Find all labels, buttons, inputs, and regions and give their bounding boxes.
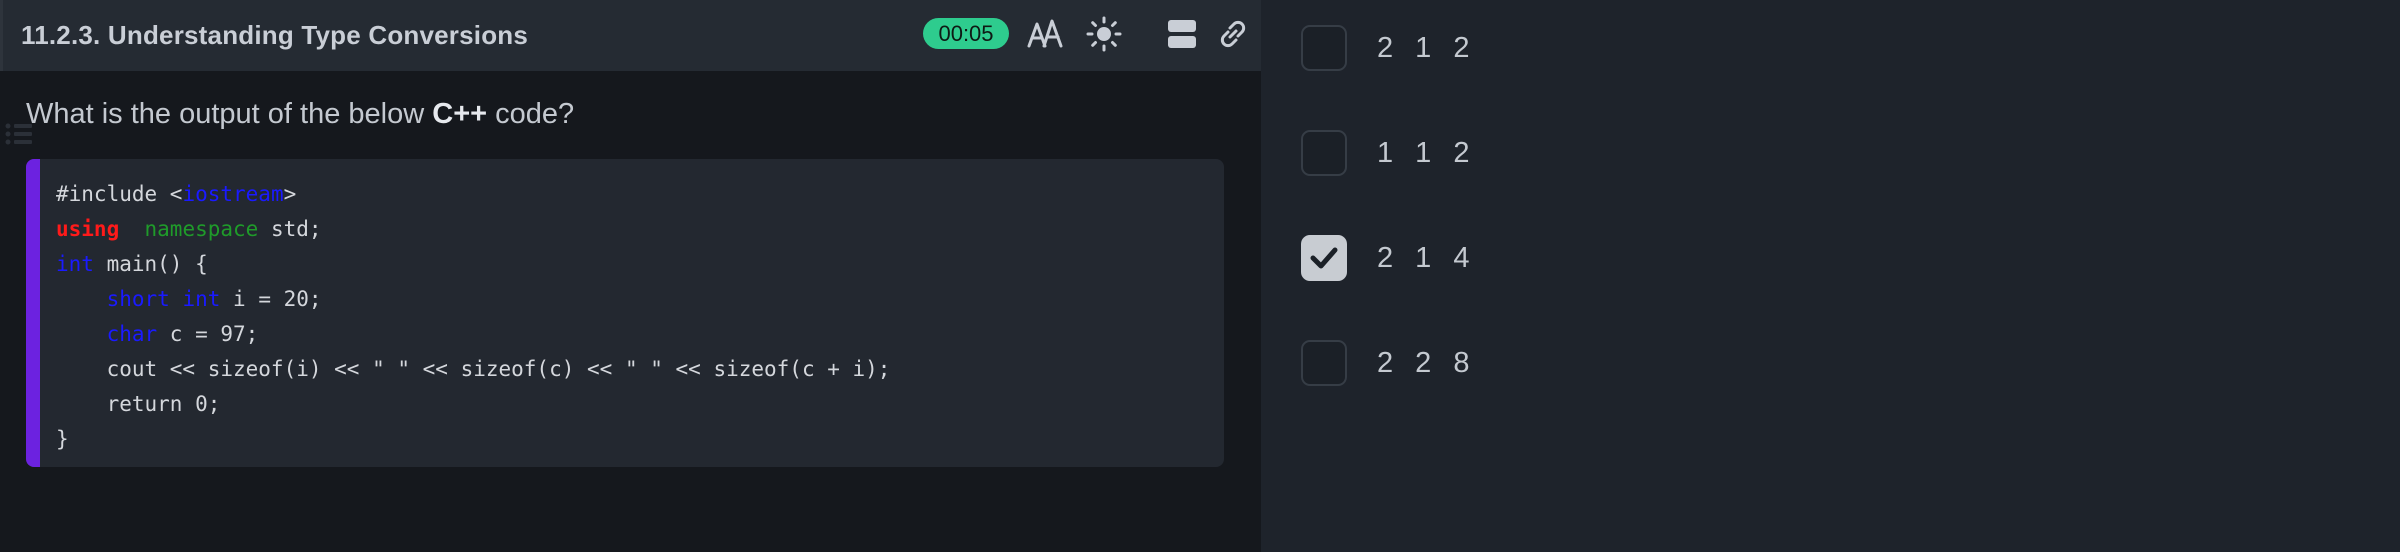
- code-line: #include <iostream>: [56, 177, 890, 212]
- code-line: int main() {: [56, 247, 890, 282]
- code-line: short int i = 20;: [56, 282, 890, 317]
- code-content: #include <iostream> using namespace std;…: [56, 177, 890, 457]
- code-keyword: int: [182, 287, 221, 311]
- code-block: #include <iostream> using namespace std;…: [26, 159, 1224, 467]
- option-1[interactable]: 2 1 2: [1301, 24, 1477, 72]
- question-text: What is the output of the below C++ code…: [26, 98, 574, 131]
- question-panel: 11.2.3. Understanding Type Conversions 0…: [0, 0, 1261, 552]
- code-accent-bar: [26, 159, 40, 467]
- option-checkbox[interactable]: [1301, 340, 1347, 386]
- page-title: 11.2.3. Understanding Type Conversions: [21, 20, 529, 50]
- code-line: }: [56, 427, 69, 451]
- code-keyword: short: [106, 287, 170, 311]
- option-label: 2 1 2: [1377, 31, 1477, 64]
- list-icon[interactable]: [4, 120, 34, 153]
- code-text: i = 20;: [220, 287, 322, 311]
- code-text: #include <: [56, 182, 183, 206]
- option-checkbox-checked[interactable]: [1301, 235, 1347, 281]
- check-icon: [1310, 247, 1338, 269]
- code-keyword: char: [106, 322, 158, 346]
- code-line: char c = 97;: [56, 317, 890, 352]
- code-keyword: namespace: [144, 217, 259, 241]
- question-header: 11.2.3. Understanding Type Conversions 0…: [0, 0, 1261, 71]
- option-2[interactable]: 1 1 2: [1301, 129, 1477, 177]
- option-label: 2 1 4: [1377, 241, 1477, 274]
- question-language: C++: [432, 98, 488, 130]
- code-text: std;: [258, 217, 322, 241]
- code-keyword: int: [56, 252, 94, 276]
- code-line: using namespace std;: [56, 212, 890, 247]
- question-suffix: code?: [487, 98, 575, 130]
- options-panel: 2 1 2 1 1 2 2 1 4 2 2 8: [1261, 0, 2400, 552]
- brightness-icon[interactable]: [1086, 16, 1122, 52]
- code-text: c = 97;: [157, 322, 259, 346]
- code-keyword: iostream: [182, 182, 284, 206]
- code-keyword: using: [56, 217, 120, 241]
- option-label: 1 1 2: [1377, 136, 1477, 169]
- option-3[interactable]: 2 1 4: [1301, 234, 1477, 282]
- timer-badge: 00:05: [923, 18, 1009, 49]
- layout-icon[interactable]: [1166, 16, 1198, 52]
- app: 11.2.3. Understanding Type Conversions 0…: [0, 0, 2400, 552]
- option-checkbox[interactable]: [1301, 130, 1347, 176]
- link-icon[interactable]: [1216, 16, 1250, 52]
- code-text: >: [283, 182, 297, 206]
- code-text: main() {: [93, 252, 208, 276]
- option-label: 2 2 8: [1377, 346, 1477, 379]
- option-4[interactable]: 2 2 8: [1301, 339, 1477, 387]
- question-prefix: What is the output of the below: [26, 98, 433, 130]
- code-line: cout << sizeof(i) << " " << sizeof(c) <<…: [56, 357, 891, 381]
- option-checkbox[interactable]: [1301, 25, 1347, 71]
- font-size-icon[interactable]: [1027, 16, 1063, 52]
- code-line: return 0;: [56, 392, 221, 416]
